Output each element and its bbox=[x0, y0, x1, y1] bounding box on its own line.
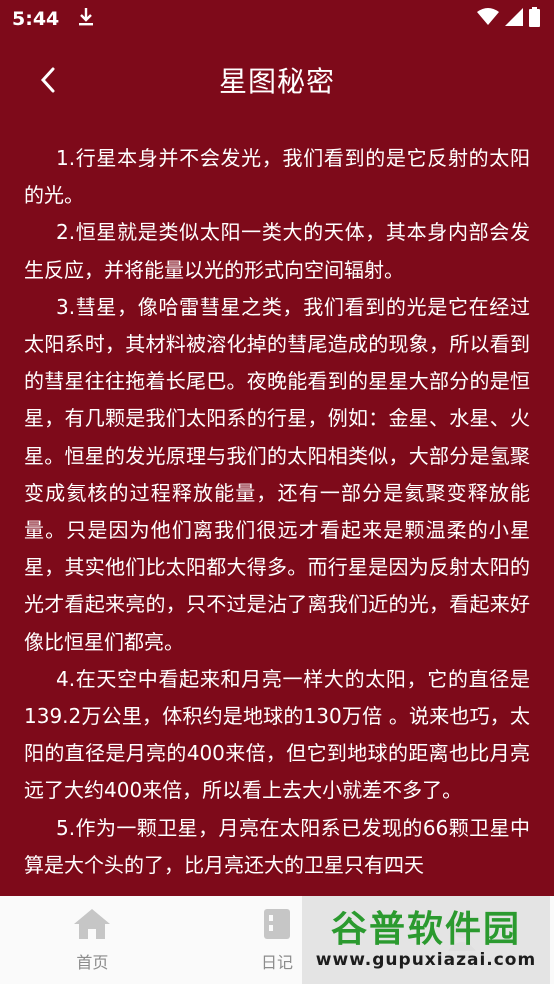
nav-label-home: 首页 bbox=[76, 953, 109, 972]
battery-icon bbox=[529, 6, 540, 32]
nav-item-home[interactable]: 首页 bbox=[0, 896, 185, 984]
article-paragraph: 1.行星本身并不会发光，我们看到的是它反射的太阳的光。 bbox=[24, 146, 530, 208]
article-paragraph: 4.在天空中看起来和月亮一样大的太阳，它的直径是139.2万公里，体积约是地球的… bbox=[24, 666, 530, 803]
watermark-url: www.gupuxiazai.com bbox=[315, 950, 537, 970]
article-paragraph: 2.恒星就是类似太阳一类大的天体，其本身内部会发生反应，并将能量以光的形式向空间… bbox=[24, 220, 530, 282]
article-paragraph: 5.作为一颗卫星，月亮在太阳系已发现的66颗卫星中算是大个头的了，比月亮还大的卫… bbox=[24, 815, 530, 877]
diary-icon bbox=[264, 909, 290, 939]
article-paragraph: 3.彗星，像哈雷彗星之类，我们看到的光是它在经过太阳系时，其材料被溶化掉的彗尾造… bbox=[24, 294, 530, 654]
page-title: 星图秘密 bbox=[218, 65, 335, 98]
signal-icon bbox=[505, 7, 523, 31]
status-bar: 5:44 bbox=[0, 0, 554, 38]
back-arrow-icon bbox=[40, 67, 55, 93]
wifi-icon bbox=[477, 7, 499, 31]
back-button[interactable] bbox=[28, 60, 68, 100]
download-icon bbox=[77, 7, 95, 32]
article-content[interactable]: 1.行星本身并不会发光，我们看到的是它反射的太阳的光。 2.恒星就是类似太阳一类… bbox=[24, 140, 530, 894]
watermark-title: 谷普软件园 bbox=[330, 909, 521, 950]
watermark: 谷普软件园 www.gupuxiazai.com bbox=[302, 896, 550, 984]
home-icon bbox=[74, 909, 111, 939]
app-bar: 星图秘密 bbox=[0, 38, 554, 122]
nav-label-diary: 日记 bbox=[261, 953, 294, 972]
status-time: 5:44 bbox=[12, 8, 60, 30]
